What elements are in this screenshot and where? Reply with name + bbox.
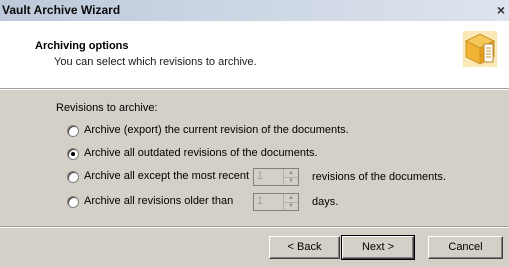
radio-archive-current[interactable] (67, 125, 79, 137)
option-label: Archive all outdated revisions of the do… (84, 147, 318, 159)
days-suffix: days. (312, 196, 339, 208)
title-bar: Vault Archive Wizard × (0, 0, 509, 21)
option-label: Archive (export) the current revision of… (84, 124, 349, 136)
back-button[interactable]: < Back (269, 236, 340, 259)
close-icon[interactable]: × (494, 2, 508, 19)
recent-revisions-spinner[interactable]: 1 ▲ ▼ (253, 168, 299, 186)
option-label: Archive all revisions older than (84, 195, 234, 207)
spinner-down-icon[interactable]: ▼ (284, 202, 298, 210)
page-title: Archiving options (35, 40, 129, 52)
spinner-buttons[interactable]: ▲ ▼ (283, 194, 298, 210)
cancel-button[interactable]: Cancel (428, 236, 503, 259)
next-button[interactable]: Next > (341, 235, 415, 260)
revisions-suffix: revisions of the documents. (312, 171, 446, 183)
radio-archive-outdated[interactable] (67, 148, 79, 160)
radio-archive-older-than[interactable] (67, 196, 79, 208)
page-subtitle: You can select which revisions to archiv… (54, 56, 257, 68)
spinner-value[interactable]: 1 (257, 170, 263, 182)
window-title: Vault Archive Wizard (2, 3, 121, 17)
spinner-buttons[interactable]: ▲ ▼ (283, 169, 298, 185)
archive-box-icon (463, 31, 497, 67)
radio-selected-dot (71, 152, 75, 156)
spinner-value[interactable]: 1 (257, 195, 263, 207)
revisions-group-label: Revisions to archive: (56, 102, 158, 114)
older-than-days-spinner[interactable]: 1 ▲ ▼ (253, 193, 299, 211)
wizard-header: Archiving options You can select which r… (0, 21, 509, 88)
spinner-down-icon[interactable]: ▼ (284, 177, 298, 185)
option-label: Archive all except the most recent (84, 170, 250, 182)
radio-archive-except-recent[interactable] (67, 171, 79, 183)
